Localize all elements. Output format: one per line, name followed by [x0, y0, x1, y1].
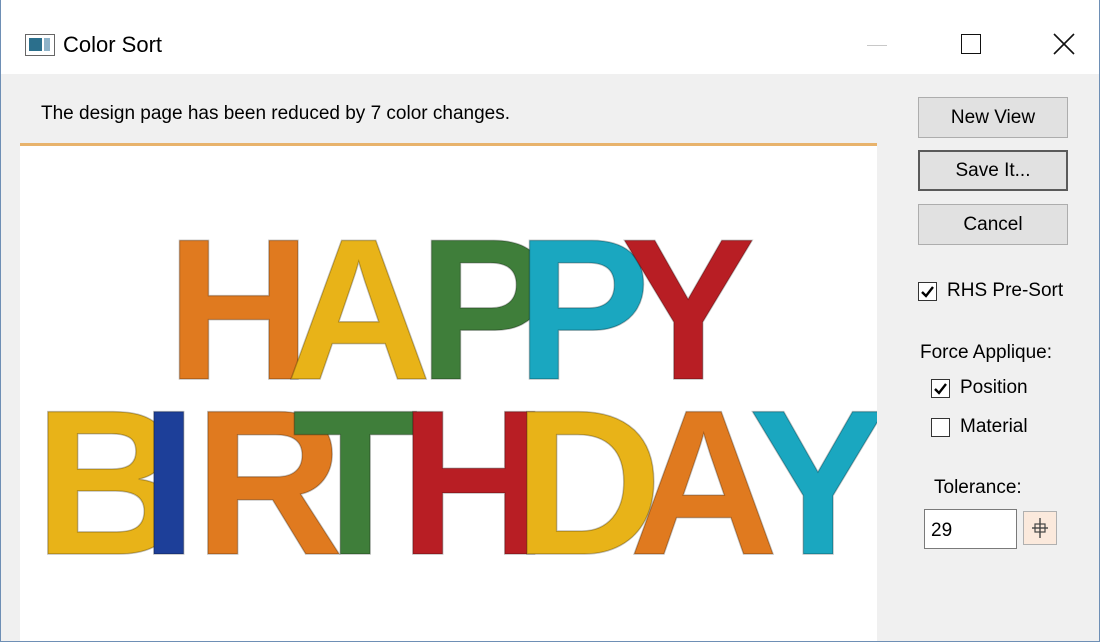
position-option[interactable]: Position: [931, 377, 1028, 399]
maximize-icon: [961, 34, 981, 54]
rhs-presort-checkbox[interactable]: [918, 281, 937, 301]
maximize-button[interactable]: [948, 28, 994, 62]
title-bar: Color Sort: [1, 0, 1099, 74]
spin-arrows-icon: [1032, 518, 1048, 538]
design-preview-canvas: HAPPY BIRTHDAY: [33, 196, 888, 599]
minimize-icon: [867, 45, 887, 46]
design-preview: HAPPY BIRTHDAY: [20, 143, 888, 641]
window-title: Color Sort: [63, 32, 163, 57]
design-letter-i: I: [140, 367, 198, 598]
position-label: Position: [960, 377, 1028, 398]
checkmark-icon: [934, 382, 947, 395]
tolerance-spin-button[interactable]: [1023, 511, 1057, 545]
tolerance-label: Tolerance:: [934, 477, 1022, 498]
birthday-word: BIRTHDAY: [33, 366, 888, 599]
rhs-presort-option[interactable]: RHS Pre-Sort: [918, 280, 1063, 302]
checkmark-icon: [921, 285, 934, 298]
material-label: Material: [960, 416, 1028, 437]
rhs-presort-label: RHS Pre-Sort: [947, 280, 1064, 301]
status-message: The design page has been reduced by 7 co…: [41, 103, 510, 124]
design-letter-y: Y: [749, 367, 877, 598]
color-sort-window: Color Sort The design page has been redu…: [0, 0, 1100, 642]
close-button[interactable]: [1041, 28, 1087, 62]
save-it-button[interactable]: Save It...: [918, 150, 1068, 191]
position-checkbox[interactable]: [931, 378, 950, 398]
force-applique-label: Force Applique:: [920, 342, 1053, 363]
close-icon: [1053, 33, 1075, 55]
cancel-button[interactable]: Cancel: [918, 204, 1068, 245]
tolerance-input[interactable]: [924, 509, 1017, 549]
material-option[interactable]: Material: [931, 416, 1028, 438]
minimize-button[interactable]: [855, 28, 901, 62]
new-view-button[interactable]: New View: [918, 97, 1068, 138]
app-icon: [25, 34, 55, 56]
material-checkbox[interactable]: [931, 417, 950, 437]
